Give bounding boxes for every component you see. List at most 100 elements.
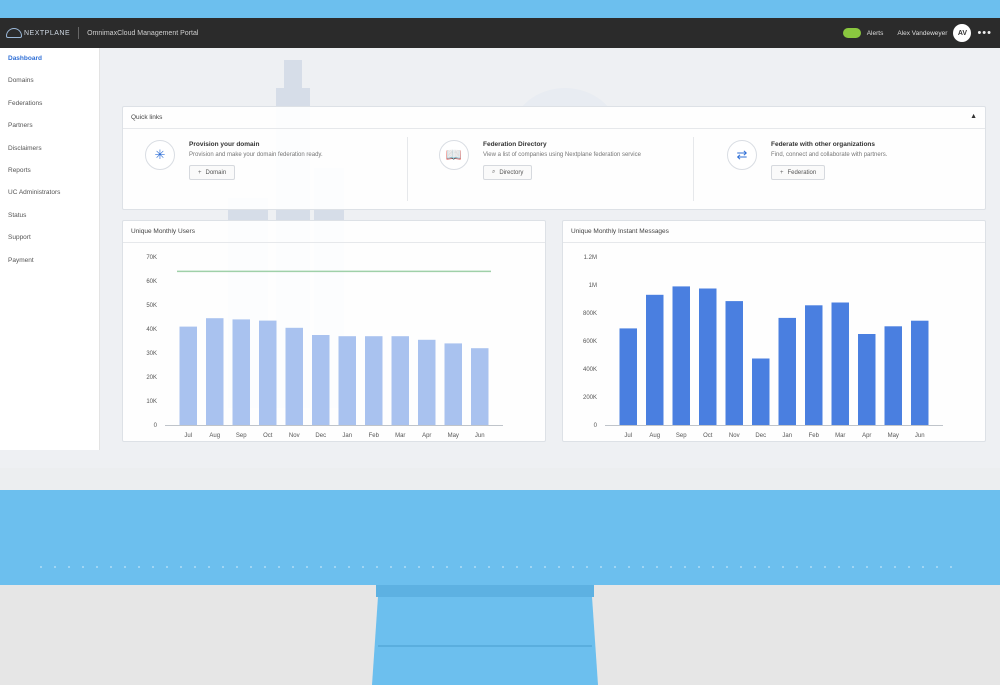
unique-monthly-messages-card: Unique Monthly Instant Messages 0 200K 400… xyxy=(562,220,986,442)
bar-jun xyxy=(471,348,489,425)
bezel-texture xyxy=(40,566,960,568)
bar-mar xyxy=(391,336,409,425)
x-tick-label: Sep xyxy=(236,433,247,439)
plus-icon: + xyxy=(780,169,784,176)
button-label: Directory xyxy=(499,169,524,176)
bar-nov xyxy=(725,301,743,425)
bar-feb xyxy=(365,336,383,425)
sidebar-item-disclaimers[interactable]: Disclaimers xyxy=(0,138,99,160)
monitor-stand-neck xyxy=(376,585,594,597)
more-icon[interactable]: ••• xyxy=(977,27,992,39)
gear-cog-icon: ✳ xyxy=(145,140,175,170)
sidebar-item-support[interactable]: Support xyxy=(0,227,99,249)
bar-dec xyxy=(752,358,770,425)
bar-may xyxy=(884,326,902,425)
quick-link-title: Provision your domain xyxy=(189,141,260,148)
brand[interactable]: NEXTPLANE xyxy=(6,28,70,38)
x-tick-label: Sep xyxy=(676,433,687,439)
chart-title: Unique Monthly Users xyxy=(123,221,545,243)
quick-links-card: Quick links ▲ ✳ Provision your domain Pr… xyxy=(122,106,986,210)
header-right: Alerts Alex Vandeweyer AV ••• xyxy=(842,24,992,42)
alerts-link[interactable]: Alerts xyxy=(867,30,884,37)
bar-apr xyxy=(418,339,436,425)
bar-jul xyxy=(619,328,637,425)
bar-nov xyxy=(285,327,303,425)
x-tick-label: Feb xyxy=(369,433,380,439)
x-tick-label: Jan xyxy=(782,433,792,439)
federation-button[interactable]: + Federation xyxy=(771,165,826,180)
x-tick-label: Jun xyxy=(475,433,485,439)
quick-link-desc: View a list of companies using Nextplane… xyxy=(483,152,641,158)
x-tick-label: Aug xyxy=(649,433,660,439)
bar-apr xyxy=(858,334,876,425)
quick-link-title: Federation Directory xyxy=(483,141,547,148)
monitor-stand-line xyxy=(378,645,592,647)
sidebar-item-uc-administrators[interactable]: UC Administrators xyxy=(0,182,99,204)
y-tick-label: 20K xyxy=(146,375,157,381)
sidebar-item-payment[interactable]: Payment xyxy=(0,250,99,272)
x-tick-label: Mar xyxy=(395,433,405,439)
y-tick-label: 0 xyxy=(154,423,158,429)
y-tick-label: 800K xyxy=(583,311,597,317)
y-tick-label: 400K xyxy=(583,367,597,373)
bar-jan xyxy=(778,317,796,425)
y-tick-label: 1.2M xyxy=(584,255,597,261)
x-tick-label: Apr xyxy=(422,433,431,439)
x-tick-label: Feb xyxy=(809,433,820,439)
domain-button[interactable]: + Domain xyxy=(189,165,236,180)
y-tick-label: 70K xyxy=(146,255,157,261)
y-tick-label: 1M xyxy=(589,283,597,289)
x-tick-label: May xyxy=(888,433,899,439)
brand-name: NEXTPLANE xyxy=(24,29,71,37)
y-tick-label: 600K xyxy=(583,339,597,345)
messages-bar-chart: 0 200K 400K 600K 800K 1M 1.2M Jul Aug Sep Oct Nov De… xyxy=(583,255,943,439)
bar-mar xyxy=(831,302,849,425)
quick-link-federate: ⇄ Federate with other organizations Find… xyxy=(727,134,977,204)
book-icon: 📖 xyxy=(439,140,469,170)
sidebar: Dashboard Domains Federations Partners D… xyxy=(0,48,100,450)
user-name[interactable]: Alex Vandeweyer xyxy=(897,30,947,37)
quick-link-desc: Find, connect and collaborate with partn… xyxy=(771,152,888,158)
x-tick-label: Jul xyxy=(624,433,632,439)
monitor-stand xyxy=(372,585,598,685)
cloud-logo-icon xyxy=(6,28,22,38)
header-divider xyxy=(78,27,80,39)
bar-feb xyxy=(805,305,823,425)
alert-toggle-icon[interactable] xyxy=(842,28,861,38)
x-tick-label: May xyxy=(448,433,459,439)
bar-sep xyxy=(232,319,250,425)
monitor-top-band xyxy=(0,0,1000,18)
users-bar-chart: 0 10K 20K 30K 40K 50K 60K 70K Jul Aug Sep Oct Nov Dec… xyxy=(146,255,503,439)
x-tick-label: Jul xyxy=(184,433,192,439)
x-tick-label: Nov xyxy=(289,433,300,439)
screen-bottom xyxy=(0,468,1000,490)
y-tick-label: 10K xyxy=(146,399,157,405)
bar-aug xyxy=(646,294,664,425)
y-tick-label: 40K xyxy=(146,327,157,333)
quick-link-directory: 📖 Federation Directory View a list of co… xyxy=(439,134,699,204)
sidebar-item-status[interactable]: Status xyxy=(0,205,99,227)
directory-button[interactable]: ⌕ Directory xyxy=(483,165,533,180)
bar-aug xyxy=(206,318,224,425)
y-tick-label: 200K xyxy=(583,395,597,401)
x-tick-label: Mar xyxy=(835,433,845,439)
chevron-up-icon[interactable]: ▲ xyxy=(970,113,977,120)
sidebar-item-partners[interactable]: Partners xyxy=(0,115,99,137)
x-tick-label: Nov xyxy=(729,433,740,439)
x-tick-label: Jan xyxy=(342,433,352,439)
sidebar-item-domains[interactable]: Domains xyxy=(0,70,99,92)
divider xyxy=(693,137,694,201)
bar-jun xyxy=(911,320,929,425)
monitor-bezel xyxy=(0,490,1000,585)
sidebar-item-federations[interactable]: Federations xyxy=(0,93,99,115)
x-tick-label: Dec xyxy=(315,433,326,439)
divider xyxy=(407,137,408,201)
bar-sep xyxy=(672,286,690,425)
unique-monthly-users-card: Unique Monthly Users 0 10K 20K 30K 40K 50K 60K… xyxy=(122,220,546,442)
sidebar-item-dashboard[interactable]: Dashboard xyxy=(0,48,99,70)
sidebar-item-reports[interactable]: Reports xyxy=(0,160,99,182)
avatar[interactable]: AV xyxy=(953,24,972,42)
x-tick-label: Jun xyxy=(915,433,925,439)
x-tick-label: Aug xyxy=(209,433,220,439)
y-tick-label: 30K xyxy=(146,351,157,357)
